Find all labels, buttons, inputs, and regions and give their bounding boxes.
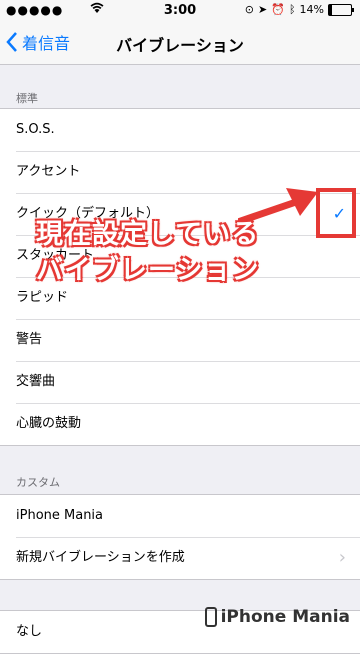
list-item-symphony[interactable]: 交響曲 <box>0 361 360 403</box>
bluetooth-icon: ᛒ <box>288 3 296 16</box>
list-item-iphone-mania[interactable]: iPhone Mania <box>0 495 360 537</box>
list-item-heartbeat[interactable]: 心臓の鼓動 <box>0 403 360 445</box>
status-bar: ●●●●● 3:00 ⊙ ➤ ⏰ ᛒ 14% <box>0 0 360 20</box>
list-item-sos[interactable]: S.O.S. <box>0 109 360 151</box>
annotation-line2: バイブレーション <box>36 255 260 286</box>
phone-icon <box>204 607 217 627</box>
brand-watermark: iPhone Mania <box>204 607 350 627</box>
lock-rotation-icon: ⊙ <box>244 3 255 16</box>
section-header-standard: 標準 <box>16 92 38 105</box>
location-icon: ➤ <box>258 3 268 16</box>
create-vibration-item[interactable]: 新規バイブレーションを作成 › <box>0 537 360 579</box>
alarm-icon: ⏰ <box>271 3 285 16</box>
battery-icon <box>328 3 354 16</box>
battery-percent: 14% <box>299 3 324 16</box>
chevron-right-icon: › <box>338 547 346 568</box>
custom-list: iPhone Mania 新規バイブレーションを作成 › <box>0 494 360 580</box>
status-right: ⊙ ➤ ⏰ ᛒ 14% <box>244 3 354 16</box>
section-header-custom: カスタム <box>16 476 60 489</box>
page-title: バイブレーション <box>116 36 244 55</box>
brand-label: iPhone Mania <box>220 607 350 627</box>
navigation-bar: 着信音 バイブレーション <box>0 20 360 65</box>
list-item-alert[interactable]: 警告 <box>0 319 360 361</box>
annotation-line1: 現在設定している <box>36 219 260 250</box>
